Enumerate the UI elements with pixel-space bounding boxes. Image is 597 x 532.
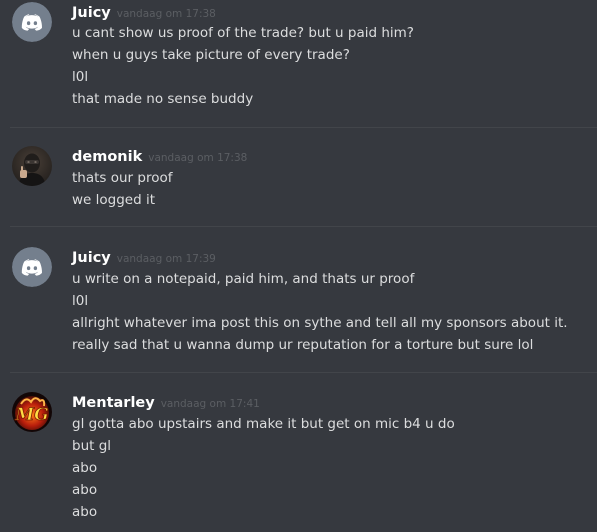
message-text: abo [72,504,98,520]
discord-logo-icon [12,247,52,287]
avatar[interactable] [12,2,52,42]
timestamp: vandaag om 17:38 [116,8,216,20]
message-divider [10,127,597,128]
message-header: demonik vandaag om 17:38 [72,146,247,166]
message-header: Mentarley vandaag om 17:41 [72,392,260,412]
message-text: that made no sense buddy [72,91,254,107]
message-header: Juicy vandaag om 17:38 [72,2,216,22]
username[interactable]: Juicy [72,250,111,266]
masked-person-avatar-icon [12,146,52,186]
timestamp: vandaag om 17:41 [160,398,260,410]
message-text: l0l [72,69,89,85]
message-header: Juicy vandaag om 17:39 [72,247,216,267]
message-text: thats our proof [72,170,173,186]
message-text: but gl [72,438,112,454]
message-divider [10,226,597,227]
message-text: u write on a notepaid, paid him, and tha… [72,271,415,287]
timestamp: vandaag om 17:38 [148,152,248,164]
message-text: abo [72,460,98,476]
message-divider [10,372,597,373]
avatar[interactable] [12,247,52,287]
username[interactable]: Mentarley [72,395,155,411]
username[interactable]: Juicy [72,5,111,21]
message-text: u cant show us proof of the trade? but u… [72,25,414,41]
message-text: abo [72,482,98,498]
message-text: l0l [72,293,89,309]
avatar[interactable]: MG [12,392,52,432]
avatar[interactable] [12,146,52,186]
mg-logo-avatar-icon: MG [12,392,52,432]
message-text: gl gotta abo upstairs and make it but ge… [72,416,455,432]
chat-messages: Juicy vandaag om 17:38 u cant show us pro… [0,0,597,532]
timestamp: vandaag om 17:39 [116,253,216,265]
message-text: allright whatever ima post this on sythe… [72,315,568,331]
message-text: when u guys take picture of every trade? [72,47,350,63]
message-text: really sad that u wanna dump ur reputati… [72,337,534,353]
discord-logo-icon [12,2,52,42]
message-text: we logged it [72,192,155,208]
svg-text:MG: MG [14,405,48,425]
username[interactable]: demonik [72,149,142,165]
